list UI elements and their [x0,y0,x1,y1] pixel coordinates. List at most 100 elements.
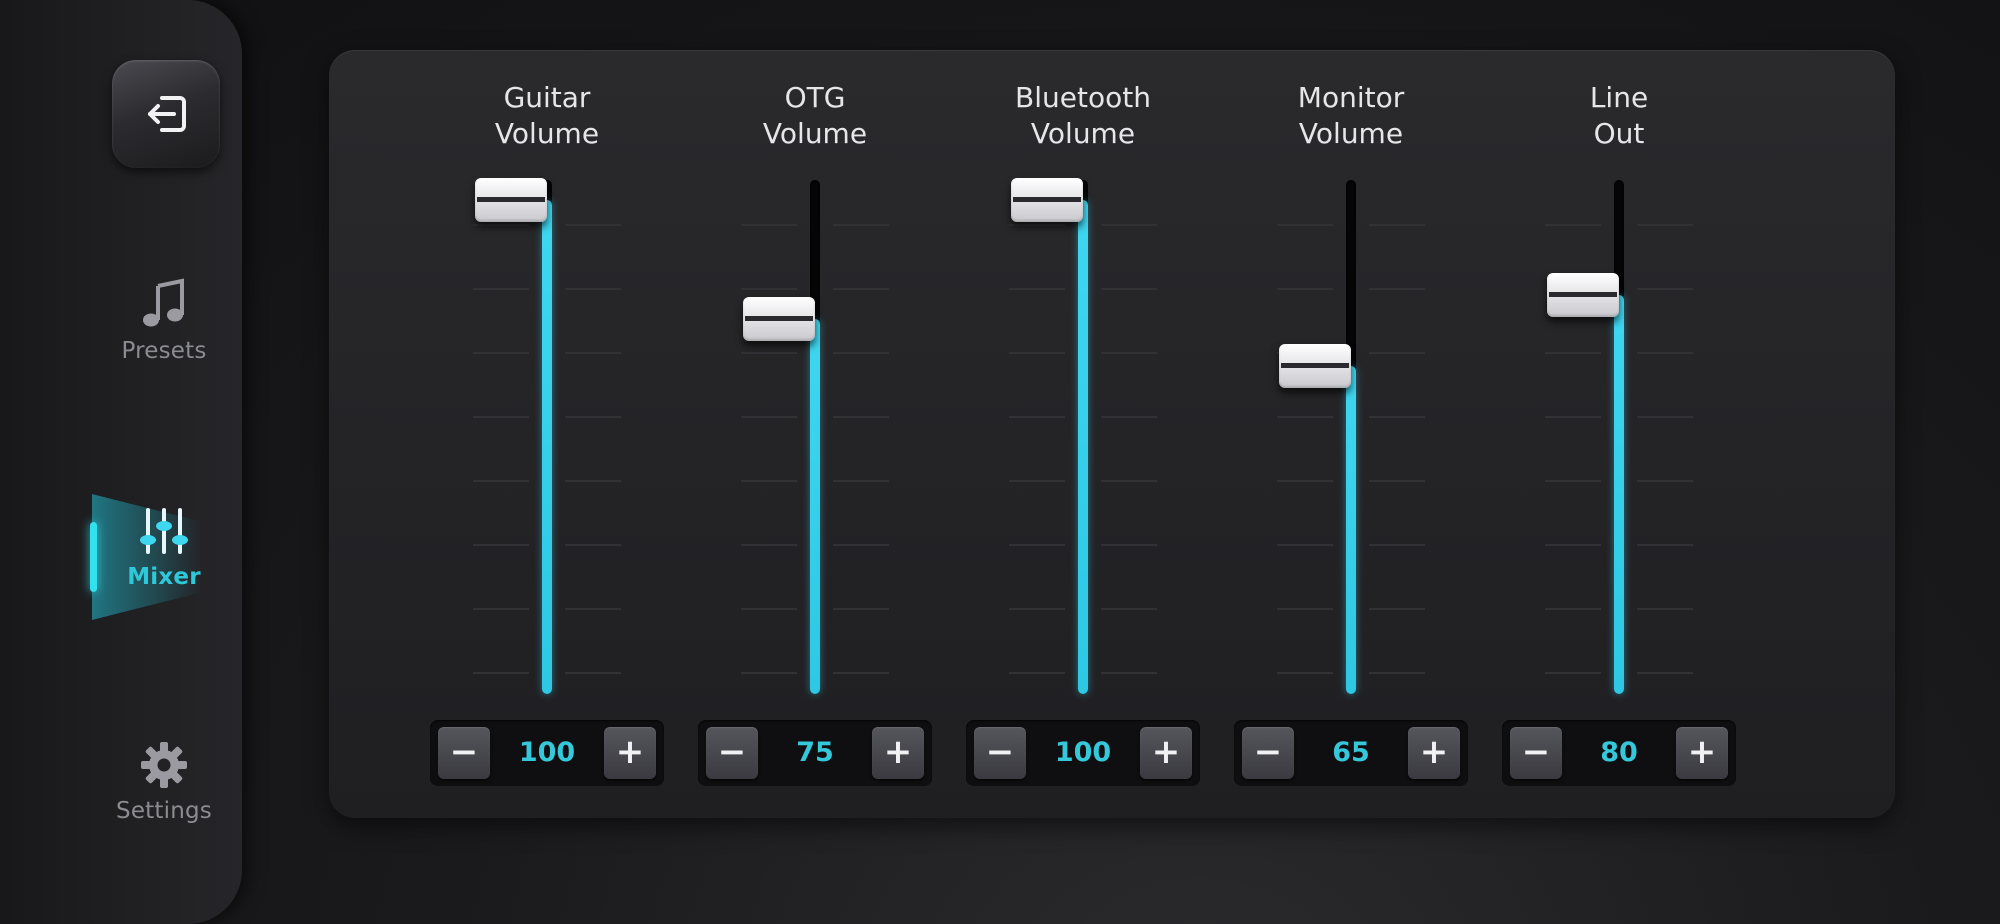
fader-tick [1101,352,1157,354]
fader-tick [1369,672,1425,674]
fader-track[interactable] [1346,180,1356,694]
increase-button[interactable]: + [1408,727,1460,779]
sidebar-item-mixer[interactable]: Mixer [92,506,236,590]
sidebar-item-label: Settings [116,798,212,824]
increase-button[interactable]: + [1676,727,1728,779]
fader-tick [565,608,621,610]
decrease-button[interactable]: − [1242,727,1294,779]
fader-tick [1369,224,1425,226]
volume-value: 65 [1332,737,1370,768]
fader-tick [565,224,621,226]
music-note-icon [143,278,184,327]
fader-tick [1545,352,1601,354]
fader-tick [1637,608,1693,610]
fader-tick [1101,672,1157,674]
fader-tick [1637,416,1693,418]
fader-tick [1101,480,1157,482]
channel-label-line2: Volume [1298,117,1404,150]
fader-knob[interactable] [1547,272,1619,317]
channel-label-line2: Volume [1030,117,1136,150]
channel-otg-volume: OTG Volume − 75 + [698,50,932,818]
channel-label-line1: Guitar [503,81,591,114]
channel-label-line2: Out [1593,117,1645,150]
sidebar: Presets Mixer Settings [0,0,242,924]
decrease-button[interactable]: − [706,727,758,779]
channel-label-line2: Volume [494,117,600,150]
mixer-sliders-icon [140,508,188,554]
fader-tick [1369,544,1425,546]
fader-knob[interactable] [1011,178,1083,222]
fader-tick [1545,224,1601,226]
fader-tick [1101,544,1157,546]
fader-knob[interactable] [1279,343,1351,388]
fader-tick [1545,672,1601,674]
fader-tick [473,544,529,546]
channel-line-out: Line Out − 80 + [1502,50,1736,818]
channel-label-line1: OTG [784,81,846,114]
fader-tick [473,672,529,674]
sidebar-item-label: Presets [121,338,207,364]
volume-stepper: − 80 + [1502,720,1736,786]
fader-track[interactable] [1078,180,1088,694]
fader-tick [741,672,797,674]
fader-tick [1545,480,1601,482]
decrease-button[interactable]: − [438,727,490,779]
channel-label: Bluetooth Volume [966,80,1200,152]
fader-tick [473,608,529,610]
fader-tick [741,224,797,226]
fader-fill [1078,200,1088,694]
fader-tick [565,352,621,354]
fader-track[interactable] [542,180,552,694]
increase-button[interactable]: + [1140,727,1192,779]
volume-stepper: − 100 + [966,720,1200,786]
channel-guitar-volume: Guitar Volume − 100 + [430,50,664,818]
fader-tick [1277,544,1333,546]
fader-tick [833,672,889,674]
fader-tick [1101,224,1157,226]
fader-tick [1101,608,1157,610]
fader-tick [565,480,621,482]
fader-tick [1277,288,1333,290]
fader-tick [833,480,889,482]
fader-tick [1009,544,1065,546]
channel-bluetooth-volume: Bluetooth Volume − 100 + [966,50,1200,818]
fader-tick [473,352,529,354]
fader-tick [1009,288,1065,290]
volume-value: 75 [796,737,834,768]
mixer-screen: Presets Mixer Settings Guitar Volume − 1… [0,0,2000,924]
increase-button[interactable]: + [872,727,924,779]
fader-tick [833,416,889,418]
fader-tick [1009,352,1065,354]
fader-tick [833,288,889,290]
fader-knob[interactable] [743,296,815,341]
fader-fill [1346,365,1356,694]
fader-tick [833,352,889,354]
fader-knob[interactable] [475,178,547,222]
fader-tick [1101,416,1157,418]
fader-tick [473,288,529,290]
fader-fill [810,318,820,694]
volume-value: 80 [1600,737,1638,768]
fader-tick [1369,480,1425,482]
fader-tick [1009,608,1065,610]
fader-track[interactable] [810,180,820,694]
fader-tick [565,416,621,418]
sidebar-item-label: Mixer [127,564,201,590]
volume-stepper: − 100 + [430,720,664,786]
decrease-button[interactable]: − [974,727,1026,779]
fader-tick [1277,608,1333,610]
exit-button[interactable] [112,60,220,168]
exit-icon [148,96,186,132]
fader-tick [473,480,529,482]
fader-track[interactable] [1614,180,1624,694]
fader-fill [542,200,552,694]
fader-tick [1545,544,1601,546]
channel-label-line1: Monitor [1297,81,1405,114]
decrease-button[interactable]: − [1510,727,1562,779]
channel-label: Line Out [1502,80,1736,152]
sidebar-item-settings[interactable]: Settings [92,740,236,824]
fader-tick [1009,416,1065,418]
fader-tick [741,416,797,418]
sidebar-item-presets[interactable]: Presets [92,278,236,364]
increase-button[interactable]: + [604,727,656,779]
